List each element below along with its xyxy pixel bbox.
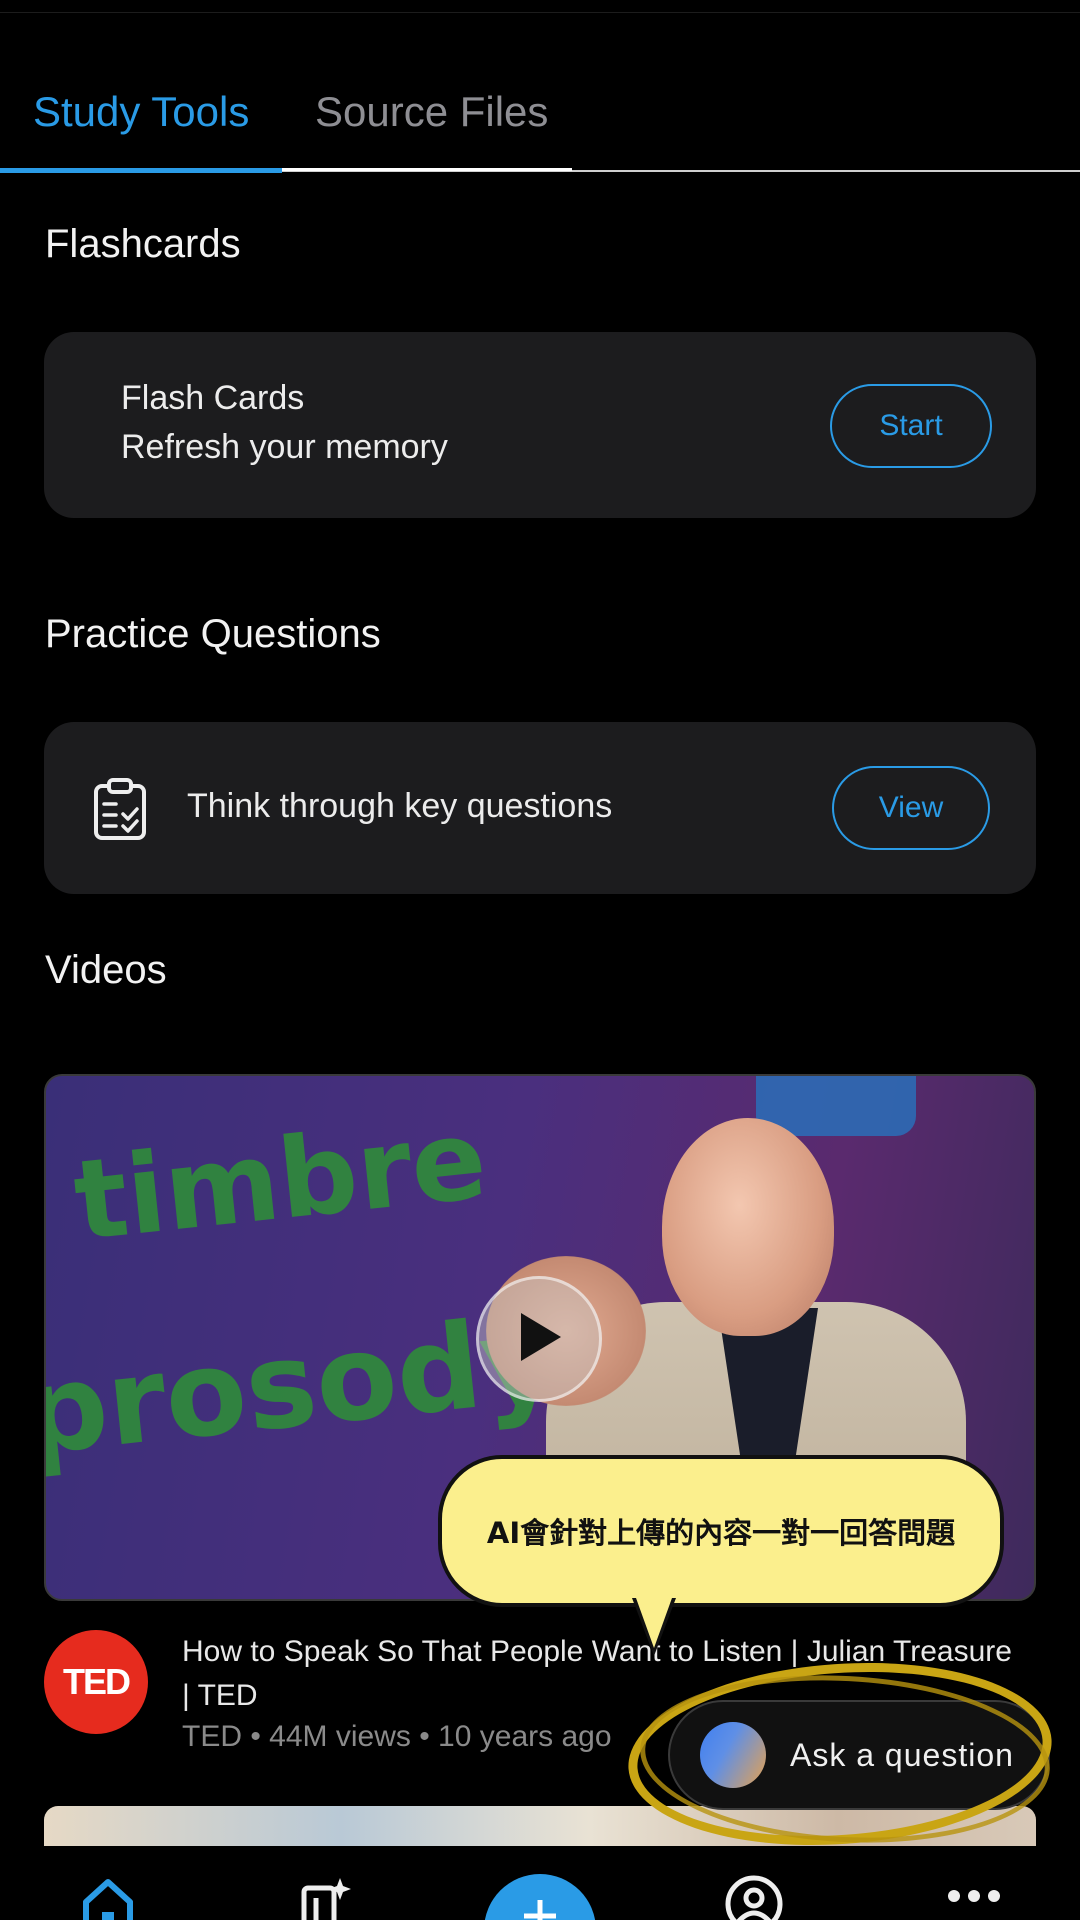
practice-questions-card[interactable]: Think through key questions View xyxy=(44,722,1036,894)
add-button[interactable] xyxy=(484,1874,596,1920)
active-tab-indicator xyxy=(0,168,282,173)
more-icon[interactable] xyxy=(944,1886,1004,1920)
play-icon xyxy=(515,1311,563,1368)
flashcards-card-title: Flash Cards xyxy=(121,379,305,417)
tab-indicator-secondary xyxy=(282,168,572,171)
start-button[interactable]: Start xyxy=(830,384,992,468)
clipboard-check-icon xyxy=(92,778,148,840)
status-divider xyxy=(0,12,1080,13)
tab-study-tools[interactable]: Study Tools xyxy=(33,88,249,136)
flashcard-sparkle-icon[interactable] xyxy=(296,1874,356,1920)
bubble-tail-fill xyxy=(636,1598,672,1648)
flashcards-card-subtitle: Refresh your memory xyxy=(121,428,448,466)
view-button[interactable]: View xyxy=(832,766,990,850)
flashcards-card[interactable]: Flash Cards Refresh your memory Start xyxy=(44,332,1036,518)
play-button[interactable] xyxy=(476,1276,602,1402)
flashcards-heading: Flashcards xyxy=(45,222,241,266)
channel-logo[interactable]: TED xyxy=(44,1630,148,1734)
practice-questions-heading: Practice Questions xyxy=(45,612,381,656)
videos-heading: Videos xyxy=(45,948,167,992)
speaker-head xyxy=(662,1118,834,1336)
video-meta: TED • 44M views • 10 years ago xyxy=(182,1720,612,1753)
tab-source-files[interactable]: Source Files xyxy=(315,88,548,136)
annotation-text: AI會針對上傳的內容一對一回答問題 xyxy=(486,1516,956,1550)
profile-icon[interactable] xyxy=(724,1874,784,1920)
practice-questions-card-text: Think through key questions xyxy=(187,787,613,825)
thumbnail-word-timbre: timbre xyxy=(68,1094,493,1266)
tab-bar: Study Tools Source Files xyxy=(0,70,1080,173)
annotation-bubble: AI會針對上傳的內容一對一回答問題 xyxy=(438,1455,1004,1607)
bottom-nav xyxy=(0,1846,1080,1920)
add-icon xyxy=(520,1896,560,1920)
home-icon[interactable] xyxy=(78,1874,138,1920)
